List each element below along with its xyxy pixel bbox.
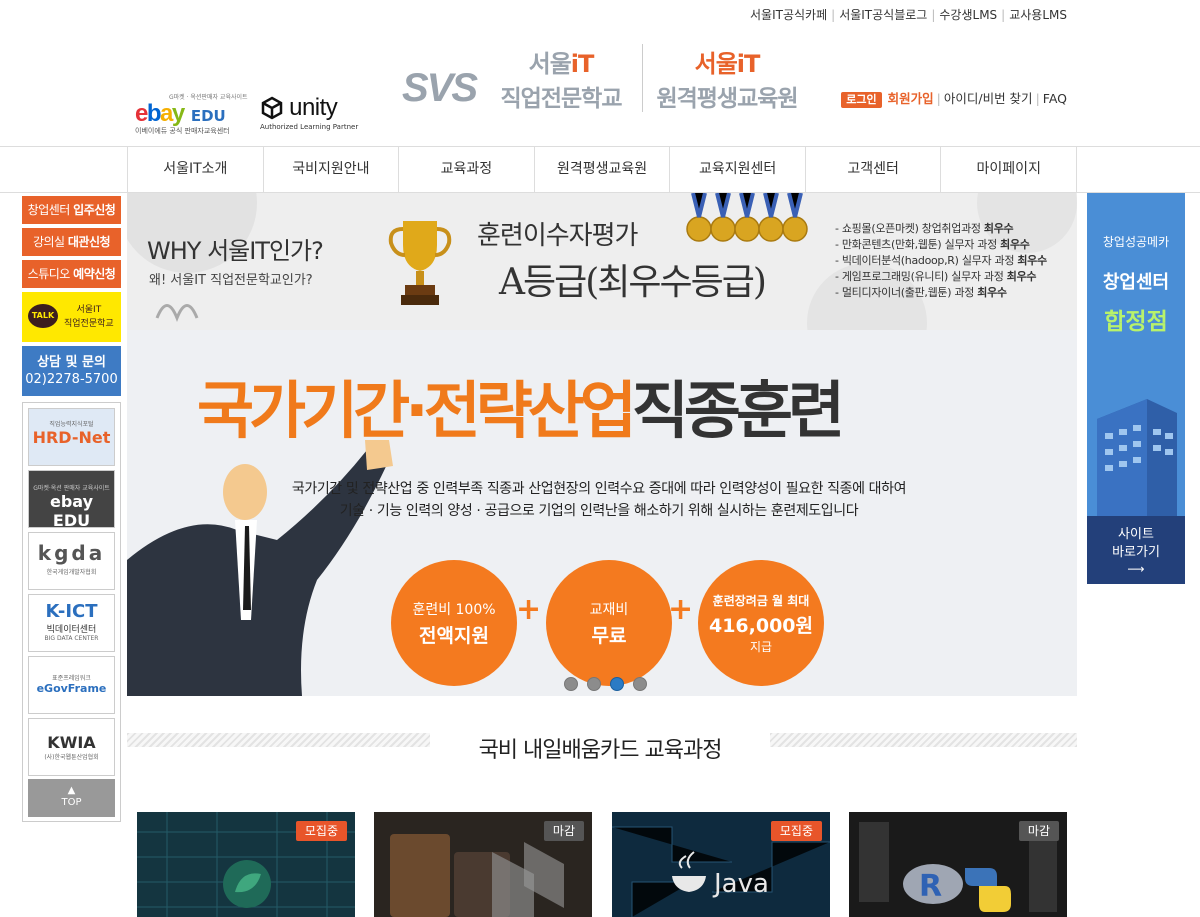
list-item: - 만화콘텐츠(만화,웹툰) 실무자 과정 최우수: [835, 238, 1030, 251]
course-card[interactable]: R 마감: [849, 812, 1067, 917]
site-go-button[interactable]: 사이트 바로가기 ⟶: [1087, 516, 1185, 584]
find-account-link[interactable]: 아이디/비번 찾기: [944, 91, 1033, 106]
hero-description: 국가기간 및 전략산업 중 인력부족 직종과 산업현장의 인력수요 증대에 따라…: [291, 481, 907, 519]
nav-item-courses[interactable]: 교육과정: [399, 147, 535, 192]
banner-why-title: WHY 서울IT인가?: [147, 237, 324, 265]
talk-icon: TALK: [28, 304, 58, 328]
svg-text:R: R: [919, 869, 942, 904]
slide-dot[interactable]: [633, 677, 647, 691]
quick-startup-center[interactable]: 창업센터 입주신청: [22, 196, 121, 224]
svs-mark: SVS: [402, 66, 478, 110]
plus-icon: +: [668, 592, 694, 627]
status-badge: 마감: [1018, 821, 1059, 841]
plus-icon: +: [516, 592, 542, 627]
hero-headline: 국가기간·전략산업직종훈련: [197, 374, 845, 447]
join-link[interactable]: 회원가입: [888, 91, 934, 106]
section-title: 국비 내일배움카드 교육과정: [478, 738, 723, 763]
slide-dot[interactable]: [564, 677, 578, 691]
hero-slider[interactable]: 국가기간·전략산업직종훈련 국가기간 및 전략산업 중 인력부족 직종과 산업현…: [127, 330, 1077, 696]
link-blog[interactable]: 서울IT공식블로그: [839, 8, 927, 22]
partner-kgda[interactable]: kgda 한국게임개발자협회: [28, 532, 115, 590]
kakao-talk-button[interactable]: TALK 서울IT 직업전문학교: [22, 292, 121, 342]
login-button[interactable]: 로그인: [841, 92, 882, 108]
course-card[interactable]: 마감: [374, 812, 592, 917]
unity-logo[interactable]: unity Authorized Learning Partner: [260, 94, 360, 138]
svg-text:Java: Java: [712, 869, 769, 899]
arrow-right-icon: ⟶: [1127, 562, 1145, 576]
partner-kwia[interactable]: KWIA (사)한국웹툰산업협회: [28, 718, 115, 776]
banner-why-subtitle: 왜! 서울IT 직업전문학교인가?: [149, 273, 313, 288]
status-badge: 마감: [543, 821, 584, 841]
partner-hrd-net[interactable]: 직업능력지식포털 HRD-Net: [28, 408, 115, 466]
trophy-icon: [388, 221, 452, 305]
top-links: 서울IT공식카페 | 서울IT공식블로그 | 수강생LMS | 교사용LMS: [750, 8, 1067, 22]
slide-dot-active[interactable]: [610, 677, 624, 691]
benefit-allowance: 훈련장려금 월 최대 416,000원 지급: [698, 560, 824, 686]
nav-item-support[interactable]: 국비지원안내: [264, 147, 400, 192]
status-badge: 모집중: [770, 821, 822, 841]
banner-course-list: - 쇼핑몰(오픈마켓) 창업취업과정 최우수 - 만화콘텐츠(만화,웹툰) 실무…: [835, 221, 1047, 301]
right-banner-startup-center[interactable]: 창업성공메카 창업센터 합정점 사이트 바로가기 ⟶: [1087, 193, 1185, 584]
list-item: - 게임프로그래밍(유니티) 실무자 과정 최우수: [835, 270, 1037, 283]
main-nav: 서울IT소개 국비지원안내 교육과정 원격평생교육원 교육지원센터 고객센터 마…: [0, 146, 1200, 193]
medals-icon: [686, 193, 808, 242]
link-student-lms[interactable]: 수강생LMS: [939, 8, 997, 22]
link-cafe[interactable]: 서울IT공식카페: [750, 8, 827, 22]
list-item: - 멀티디자이너(출판,웹툰) 과정 최우수: [835, 286, 1007, 299]
logo-institute: 서울iT 원격평생교육원: [656, 50, 798, 112]
slide-indicators: [564, 677, 656, 691]
ebay-edu-logo[interactable]: G마켓 · 옥션판매자 교육사이트 ebay EDU 이베이에듀 공식 판매자교…: [135, 94, 255, 138]
slide-dot[interactable]: [587, 677, 601, 691]
status-badge: 모집중: [295, 821, 347, 841]
list-item: - 쇼핑몰(오픈마켓) 창업취업과정 최우수: [835, 222, 1014, 235]
nav-item-about[interactable]: 서울IT소개: [128, 147, 264, 192]
course-card[interactable]: 모집중: [137, 812, 355, 917]
logo-school: 서울iT 직업전문학교: [500, 50, 623, 112]
unity-icon: [261, 96, 283, 120]
nav-item-remote[interactable]: 원격평생교육원: [535, 147, 671, 192]
link-teacher-lms[interactable]: 교사용LMS: [1009, 8, 1067, 22]
nav-item-center[interactable]: 교육지원센터: [670, 147, 806, 192]
section-title-decoration: [127, 733, 430, 747]
top-banner[interactable]: WHY 서울IT인가? 왜! 서울IT 직업전문학교인가? 훈련이수자평가 A등…: [127, 193, 1077, 330]
banner-grade: A등급(최우수등급): [499, 262, 767, 303]
course-card[interactable]: Java 모집중: [612, 812, 830, 917]
partner-egovframe[interactable]: 표준프레임워크 eGovFrame: [28, 656, 115, 714]
nav-item-customer[interactable]: 고객센터: [806, 147, 942, 192]
banner-evaluation: 훈련이수자평가: [477, 221, 638, 251]
list-item: - 빅데이터분석(hadoop,R) 실무자 과정 최우수: [835, 254, 1047, 267]
benefit-tuition: 훈련비 100% 전액지원: [391, 560, 517, 686]
quick-room-rental[interactable]: 강의실 대관신청: [22, 228, 121, 256]
ebay-wordmark: ebay: [135, 100, 185, 127]
scroll-top-button[interactable]: ▲ TOP: [28, 779, 115, 817]
consult-box[interactable]: 상담 및 문의 02)2278-5700: [22, 346, 121, 396]
quick-studio-booking[interactable]: 스튜디오 예약신청: [22, 260, 121, 288]
partner-k-ict[interactable]: K-ICT 빅데이터센터 BIG DATA CENTER: [28, 594, 115, 652]
partner-links: 직업능력지식포털 HRD-Net G마켓·옥션 판매자 교육사이트 ebay E…: [22, 402, 121, 822]
faq-link[interactable]: FAQ: [1043, 91, 1067, 106]
section-title-decoration: [770, 733, 1077, 747]
site-logo[interactable]: SVS 서울iT 직업전문학교 서울iT 원격평생교육원: [402, 44, 812, 116]
member-bar: 로그인 회원가입 | 아이디/비번 찾기 | FAQ: [841, 88, 1067, 108]
arrow-up-icon: ▲: [67, 785, 76, 796]
nav-item-mypage[interactable]: 마이페이지: [941, 147, 1078, 192]
partner-ebay-edu[interactable]: G마켓·옥션 판매자 교육사이트 ebay EDU: [28, 470, 115, 528]
benefit-textbook: 교재비 무료: [546, 560, 672, 686]
building-illustration: [1097, 399, 1177, 519]
logo-divider: [642, 44, 643, 112]
